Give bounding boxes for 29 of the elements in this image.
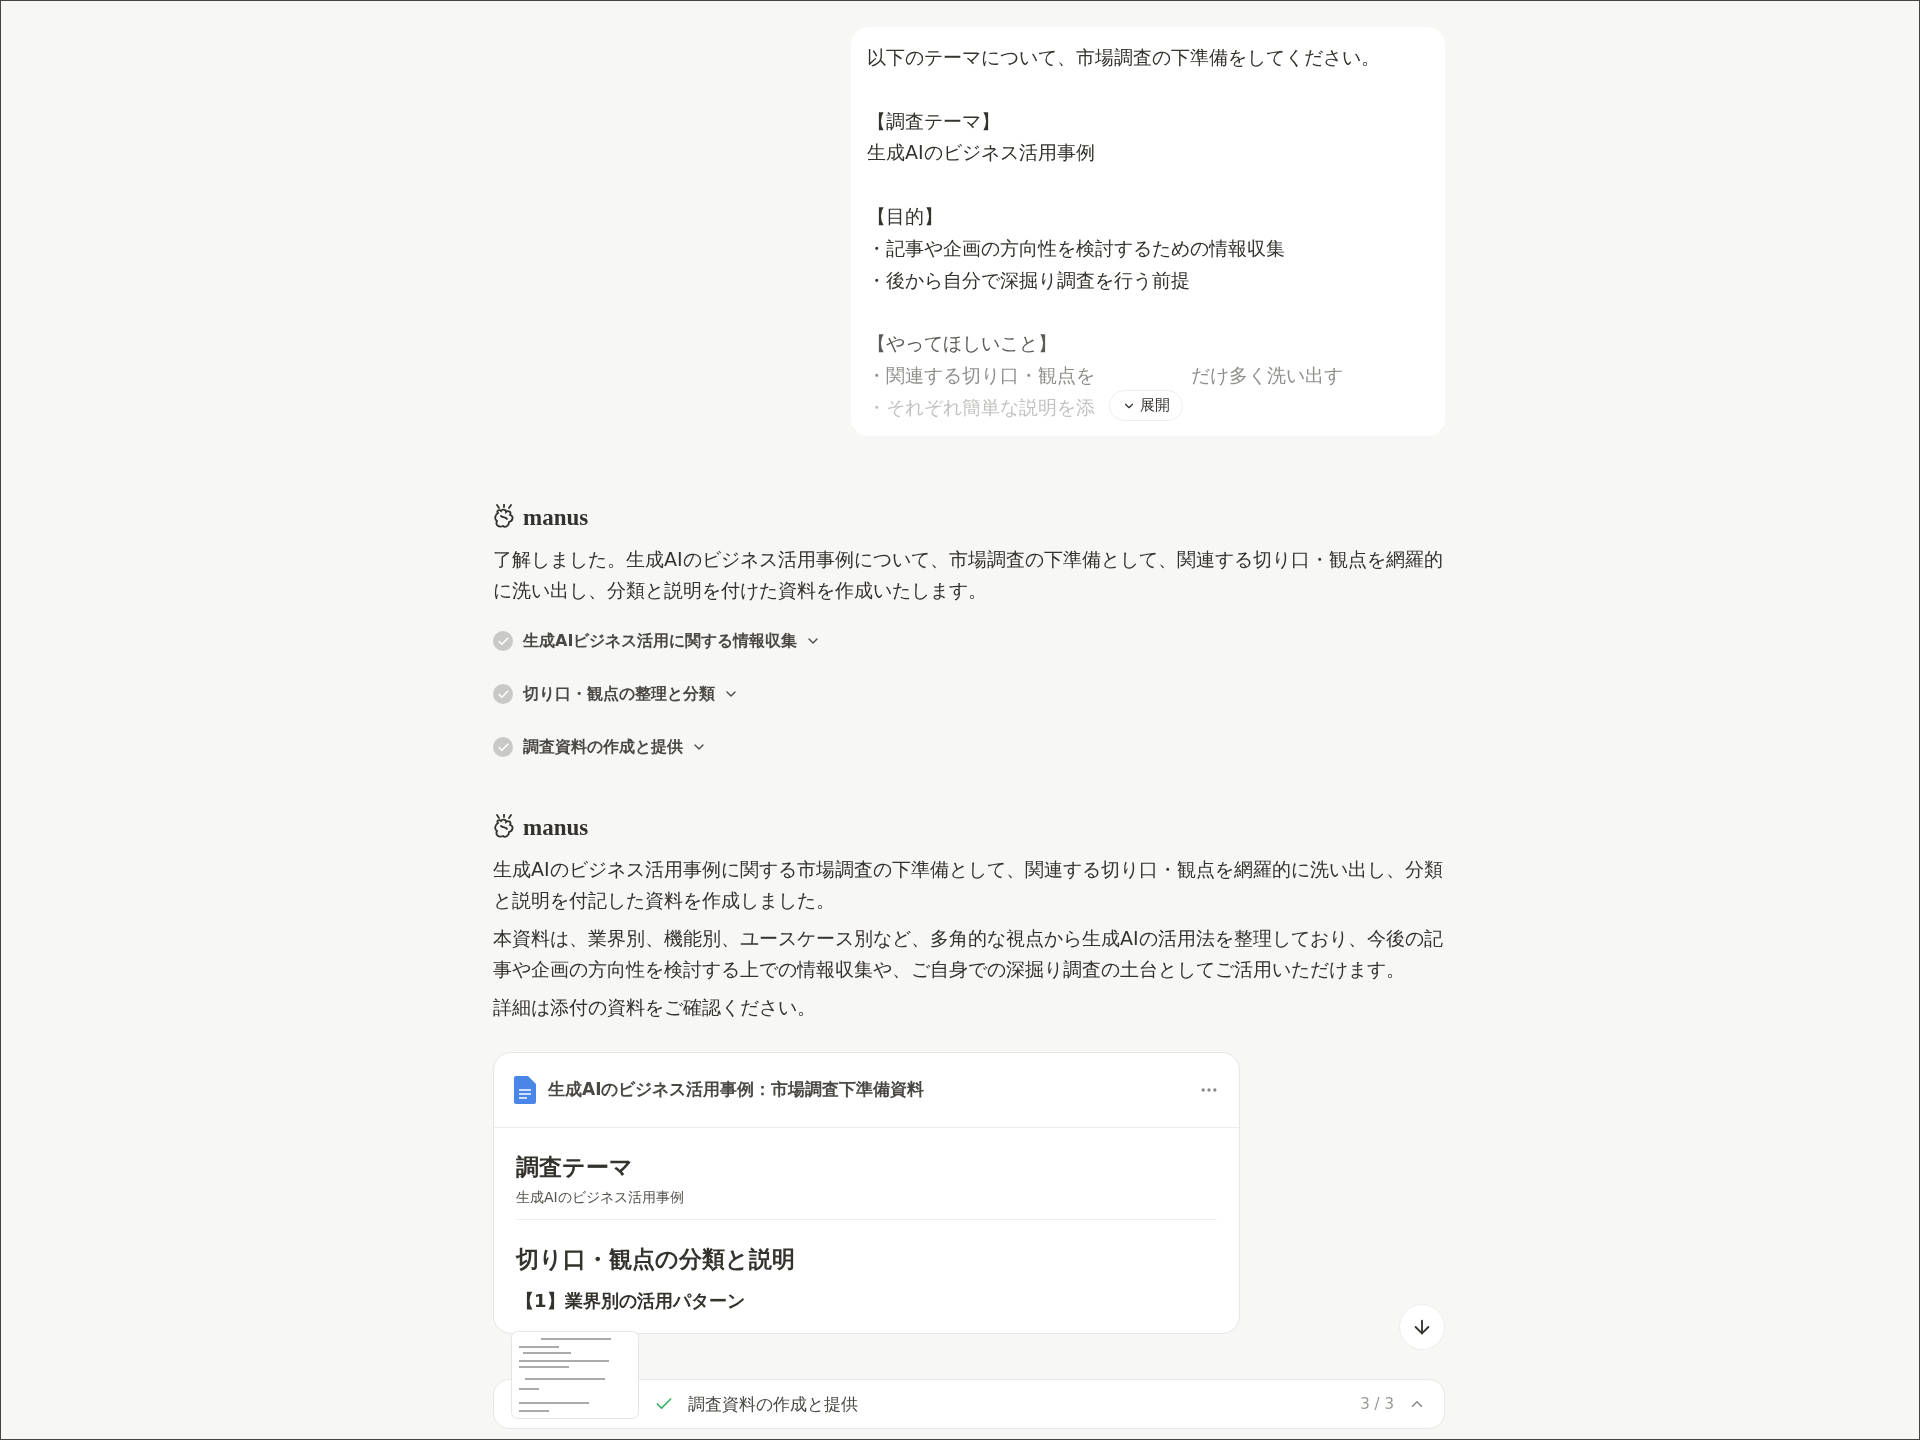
- document-title: 生成AIのビジネス活用事例：市場調査下準備資料: [548, 1078, 926, 1102]
- message-text: ・記事や企画の方向性を検討するための情報収集: [867, 235, 1285, 261]
- message-text: ・後から自分で深掘り調査を行う前提: [867, 267, 1190, 293]
- document-text: 生成AIのビジネス活用事例: [516, 1188, 685, 1207]
- step-toggle[interactable]: 調査資料の作成と提供: [523, 736, 707, 758]
- step-toggle[interactable]: 切り口・観点の整理と分類: [523, 683, 739, 705]
- message-text: 【目的】: [867, 204, 943, 229]
- reply-paragraph: 了解しました。生成AIのビジネス活用事例について、市場調査の下準備として、関連する切り口・観点を網羅的に洗い出し、分類と説明を付けた資料を作成いたします。: [493, 546, 1444, 603]
- message-text: 生成AIのビジネス活用事例: [867, 140, 1095, 166]
- sender-name: manus: [523, 814, 589, 841]
- document-icon: [514, 1075, 536, 1104]
- expand-button[interactable]: 展開: [1109, 390, 1183, 421]
- scroll-down-button[interactable]: [1399, 1304, 1445, 1350]
- message-text: だけ多く洗い出す: [1191, 362, 1343, 388]
- message-text: ・それぞれ簡単な説明を添: [867, 394, 1095, 420]
- document-heading: 切り口・観点の分類と説明: [516, 1244, 796, 1274]
- message-text: 以下のテーマについて、市場調査の下準備をしてください。: [867, 45, 1380, 70]
- reply-paragraph: 生成AIのビジネス活用事例に関する市場調査の下準備として、関連する切り口・観点を網羅的に洗い出し、分類と説明を付記した資料を作成しました。: [493, 856, 1444, 913]
- step-toggle[interactable]: 生成AIビジネス活用に関する情報収集: [523, 630, 822, 652]
- reply-paragraph: 詳細は添付の資料をご確認ください。: [493, 994, 817, 1020]
- document-heading: 調査テーマ: [516, 1152, 634, 1182]
- status-text: 調査資料の作成と提供: [688, 1392, 859, 1416]
- message-text: ・関連する切り口・観点を: [867, 362, 1095, 388]
- message-text: 【調査テーマ】: [867, 108, 1000, 134]
- message-text: 【やってほしいこと】: [867, 331, 1057, 357]
- document-subheading: 【1】業界別の活用パターン: [516, 1288, 746, 1313]
- sender-name: manus: [523, 504, 589, 531]
- reply-paragraph: 本資料は、業界別、機能別、ユースケース別など、多角的な視点から生成AIの活用法を整理しており、今後の記事や企画の方向性を検討する上での情報収集や、ご自身での深掘り調査の土台としてご活用いただけます。: [493, 925, 1444, 982]
- step-counter: 3 / 3: [1360, 1395, 1394, 1413]
